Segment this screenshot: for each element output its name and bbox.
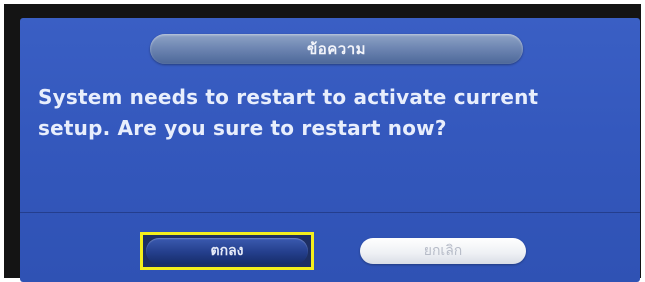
- ok-button-label: ตกลง: [210, 243, 244, 259]
- cancel-button[interactable]: ยกเลิก: [360, 238, 526, 264]
- dialog-message: System needs to restart to activate curr…: [38, 82, 598, 144]
- message-line-1: System needs to restart to activate curr…: [38, 85, 539, 109]
- dialog-title: ข้อความ: [306, 40, 367, 58]
- dialog-title-bar: ข้อความ: [150, 34, 523, 64]
- cancel-button-label: ยกเลิก: [423, 243, 463, 259]
- message-line-2: setup. Are you sure to restart now?: [38, 116, 447, 140]
- ok-button[interactable]: ตกลง: [146, 238, 308, 264]
- button-area-divider: [20, 212, 640, 213]
- restart-confirm-dialog: ข้อความ System needs to restart to activ…: [20, 18, 640, 282]
- screen-frame: ข้อความ System needs to restart to activ…: [4, 4, 641, 282]
